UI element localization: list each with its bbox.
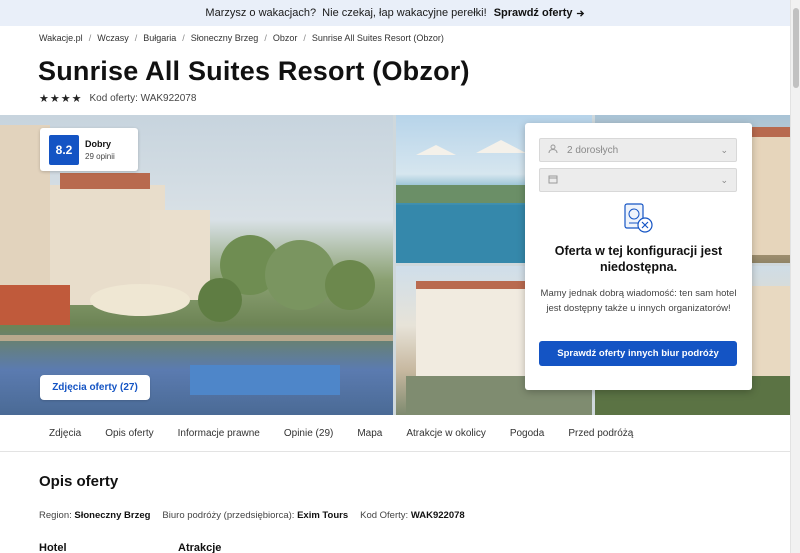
promo-message: Marzysz o wakacjach? Nie czekaj, łap wak… (205, 7, 490, 19)
code-info: Kod Oferty: WAK922078 (360, 510, 465, 521)
tab-attractions[interactable]: Atrakcje w okolicy (394, 428, 497, 439)
promo-link[interactable]: Sprawdź oferty (494, 7, 585, 19)
page-scrollbar[interactable] (790, 0, 800, 553)
arrow-right-icon (576, 9, 584, 17)
page-title: Sunrise All Suites Resort (Obzor) (38, 56, 470, 86)
review-score-card[interactable]: 8.2 Dobry 29 opinii (40, 128, 138, 171)
hotel-heading: Hotel (39, 542, 67, 553)
star-icon: ★ (49, 93, 60, 105)
scrollbar-thumb[interactable] (793, 8, 799, 88)
star-icon: ★ (39, 93, 49, 105)
region-info: Region: Słoneczny Brzeg (39, 510, 150, 521)
unavailable-passport-icon (624, 203, 653, 233)
person-icon (548, 144, 562, 157)
breadcrumb-separator: / (303, 33, 306, 43)
section-title: Opis oferty (39, 473, 119, 490)
breadcrumb-item[interactable]: Wakacje.pl (39, 33, 83, 43)
hotel-meta-row: ★ ★ ★ ★ Kod oferty: WAK922078 (39, 92, 196, 105)
unavailable-description: Mamy jednak dobrą wiadomość: ten sam hot… (540, 288, 737, 314)
section-tabs: Zdjęcia Opis oferty Informacje prawne Op… (0, 415, 790, 452)
review-score: 8.2 (49, 134, 79, 165)
tab-legal[interactable]: Informacje prawne (166, 428, 272, 439)
other-offers-button[interactable]: Sprawdź oferty innych biur podróży (539, 341, 737, 366)
promo-link-label[interactable]: Sprawdź oferty (494, 7, 573, 19)
review-label: Dobry (85, 138, 112, 149)
breadcrumb-separator: / (182, 33, 185, 43)
breadcrumb-separator: / (134, 33, 138, 43)
calendar-icon (548, 174, 562, 187)
code-label: Kod Oferty: (360, 510, 409, 521)
agency-value: Exim Tours (297, 510, 349, 521)
region-value: Słoneczny Brzeg (74, 510, 151, 521)
breadcrumb-current: Sunrise All Suites Resort (Obzor) (311, 33, 444, 43)
breadcrumb: Wakacje.pl / Wczasy / Bułgaria / Słoneczny … (39, 33, 444, 43)
breadcrumb-separator: / (264, 33, 267, 43)
tab-before-trip[interactable]: Przed podróżą (556, 428, 645, 439)
breadcrumb-separator: / (88, 33, 92, 43)
code-value: WAK922078 (410, 510, 465, 521)
subsection-headings: Hotel Atrakcje (39, 542, 221, 553)
offer-code: Kod oferty: WAK922078 (89, 93, 197, 104)
tab-map[interactable]: Mapa (345, 428, 394, 439)
tab-reviews[interactable]: Opinie (29) (272, 428, 345, 439)
chevron-down-icon: ⌄ (720, 144, 728, 155)
photos-button[interactable]: Zdjęcia oferty (27) (40, 375, 150, 400)
review-count[interactable]: 29 opinii (85, 152, 115, 161)
promo-banner: Marzysz o wakacjach? Nie czekaj, łap wak… (0, 0, 790, 26)
attractions-heading: Atrakcje (178, 542, 222, 553)
date-select[interactable]: ⌄ (539, 168, 737, 192)
star-icon: ★ (60, 93, 71, 105)
chevron-down-icon: ⌄ (720, 174, 728, 185)
region-label: Region: (39, 510, 72, 521)
agency-info: Biuro podróży (przedsiębiorca): Exim Tou… (162, 510, 348, 521)
travellers-value: 2 dorosłych (567, 144, 619, 156)
tab-photos[interactable]: Zdjęcia (37, 428, 93, 439)
breadcrumb-item[interactable]: Obzor (273, 33, 298, 43)
breadcrumb-item[interactable]: Bułgaria (143, 33, 176, 43)
breadcrumb-item[interactable]: Wczasy (97, 33, 129, 43)
booking-panel: 2 dorosłych ⌄ ⌄ Oferta w tej konfiguracj… (525, 123, 752, 390)
breadcrumb-item[interactable]: Słoneczny Brzeg (191, 33, 259, 43)
unavailable-title: Oferta w tej konfiguracji jest niedostęp… (554, 244, 723, 274)
star-rating: ★ ★ ★ ★ (39, 92, 82, 105)
travellers-select[interactable]: 2 dorosłych ⌄ (539, 138, 737, 162)
tab-description[interactable]: Opis oferty (93, 428, 165, 439)
agency-label: Biuro podróży (przedsiębiorca): (162, 510, 295, 521)
star-icon: ★ (71, 93, 82, 105)
offer-meta: Region: Słoneczny Brzeg Biuro podróży (p… (39, 510, 465, 521)
tab-weather[interactable]: Pogoda (498, 428, 556, 439)
